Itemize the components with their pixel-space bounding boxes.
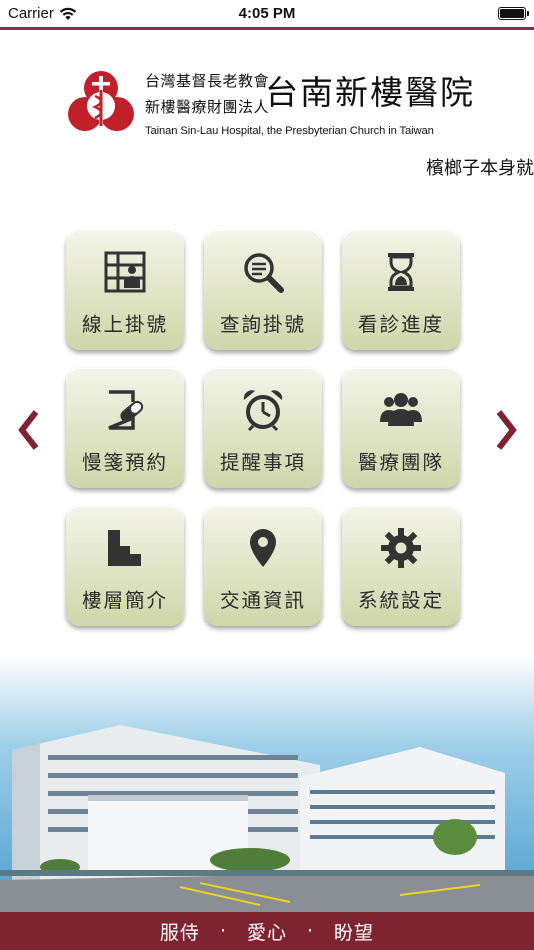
menu-reminders-button[interactable]: 提醒事項	[204, 368, 322, 488]
menu-label: 慢箋預約	[81, 451, 168, 474]
wifi-icon	[59, 7, 77, 20]
hospital-name-english: Tainan Sin-Lau Hospital, the Presbyteria…	[145, 125, 434, 137]
map-pin-icon	[250, 529, 276, 567]
hourglass-icon	[388, 253, 414, 291]
hospital-logo-icon	[68, 71, 134, 132]
slogan-separator: ·	[307, 920, 315, 942]
status-time: 4:05 PM	[238, 5, 296, 22]
prescription-icon	[108, 390, 144, 430]
hospital-building-photo	[0, 655, 534, 912]
org-name-line1: 台灣基督長老教會	[145, 72, 270, 90]
floors-icon	[108, 530, 141, 566]
top-accent-rule	[0, 27, 534, 30]
menu-online-registration-button[interactable]: 線上掛號	[66, 230, 184, 350]
slogan-separator: ·	[219, 920, 227, 942]
slogan-word-love: 愛心	[246, 921, 287, 944]
menu-label: 查詢掛號	[219, 313, 306, 336]
slogan-word-hope: 盼望	[334, 921, 375, 944]
menu-label: 交通資訊	[219, 589, 306, 612]
alarm-clock-icon	[243, 390, 283, 432]
battery-icon	[498, 7, 529, 20]
slogan-word-serve: 服侍	[159, 921, 200, 944]
status-bar: Carrier 4:05 PM	[0, 0, 534, 27]
previous-page-arrow-icon[interactable]	[14, 408, 44, 452]
carrier-label: Carrier	[8, 5, 54, 22]
org-name-line2: 新樓醫療財團法人	[145, 98, 270, 116]
menu-label: 樓層簡介	[81, 589, 168, 612]
menu-prescription-booking-button[interactable]: 慢箋預約	[66, 368, 184, 488]
main-menu-grid: 線上掛號 查詢掛號 看診進度 慢箋預約 提醒事項 醫療團隊 樓層簡介 交通資訊 …	[66, 230, 466, 626]
team-icon	[380, 393, 422, 426]
search-icon	[244, 253, 284, 293]
menu-label: 看診進度	[357, 313, 444, 336]
menu-floor-guide-button[interactable]: 樓層簡介	[66, 506, 184, 626]
news-marquee[interactable]: 檳榔子本身就	[426, 154, 534, 180]
battery-fill	[500, 9, 524, 18]
menu-medical-team-button[interactable]: 醫療團隊	[342, 368, 460, 488]
menu-label: 提醒事項	[219, 451, 306, 474]
menu-label: 系統設定	[357, 589, 444, 612]
menu-transport-info-button[interactable]: 交通資訊	[204, 506, 322, 626]
gear-icon	[381, 528, 421, 568]
menu-label: 醫療團隊	[357, 451, 444, 474]
status-left: Carrier	[8, 5, 77, 22]
registration-icon	[104, 251, 146, 293]
next-page-arrow-icon[interactable]	[491, 408, 521, 452]
menu-label: 線上掛號	[81, 313, 168, 336]
menu-consultation-progress-button[interactable]: 看診進度	[342, 230, 460, 350]
slogan-footer: 服侍 · 愛心 · 盼望	[0, 912, 534, 950]
hospital-name: 台南新樓醫院	[265, 73, 475, 112]
menu-system-settings-button[interactable]: 系統設定	[342, 506, 460, 626]
menu-query-registration-button[interactable]: 查詢掛號	[204, 230, 322, 350]
